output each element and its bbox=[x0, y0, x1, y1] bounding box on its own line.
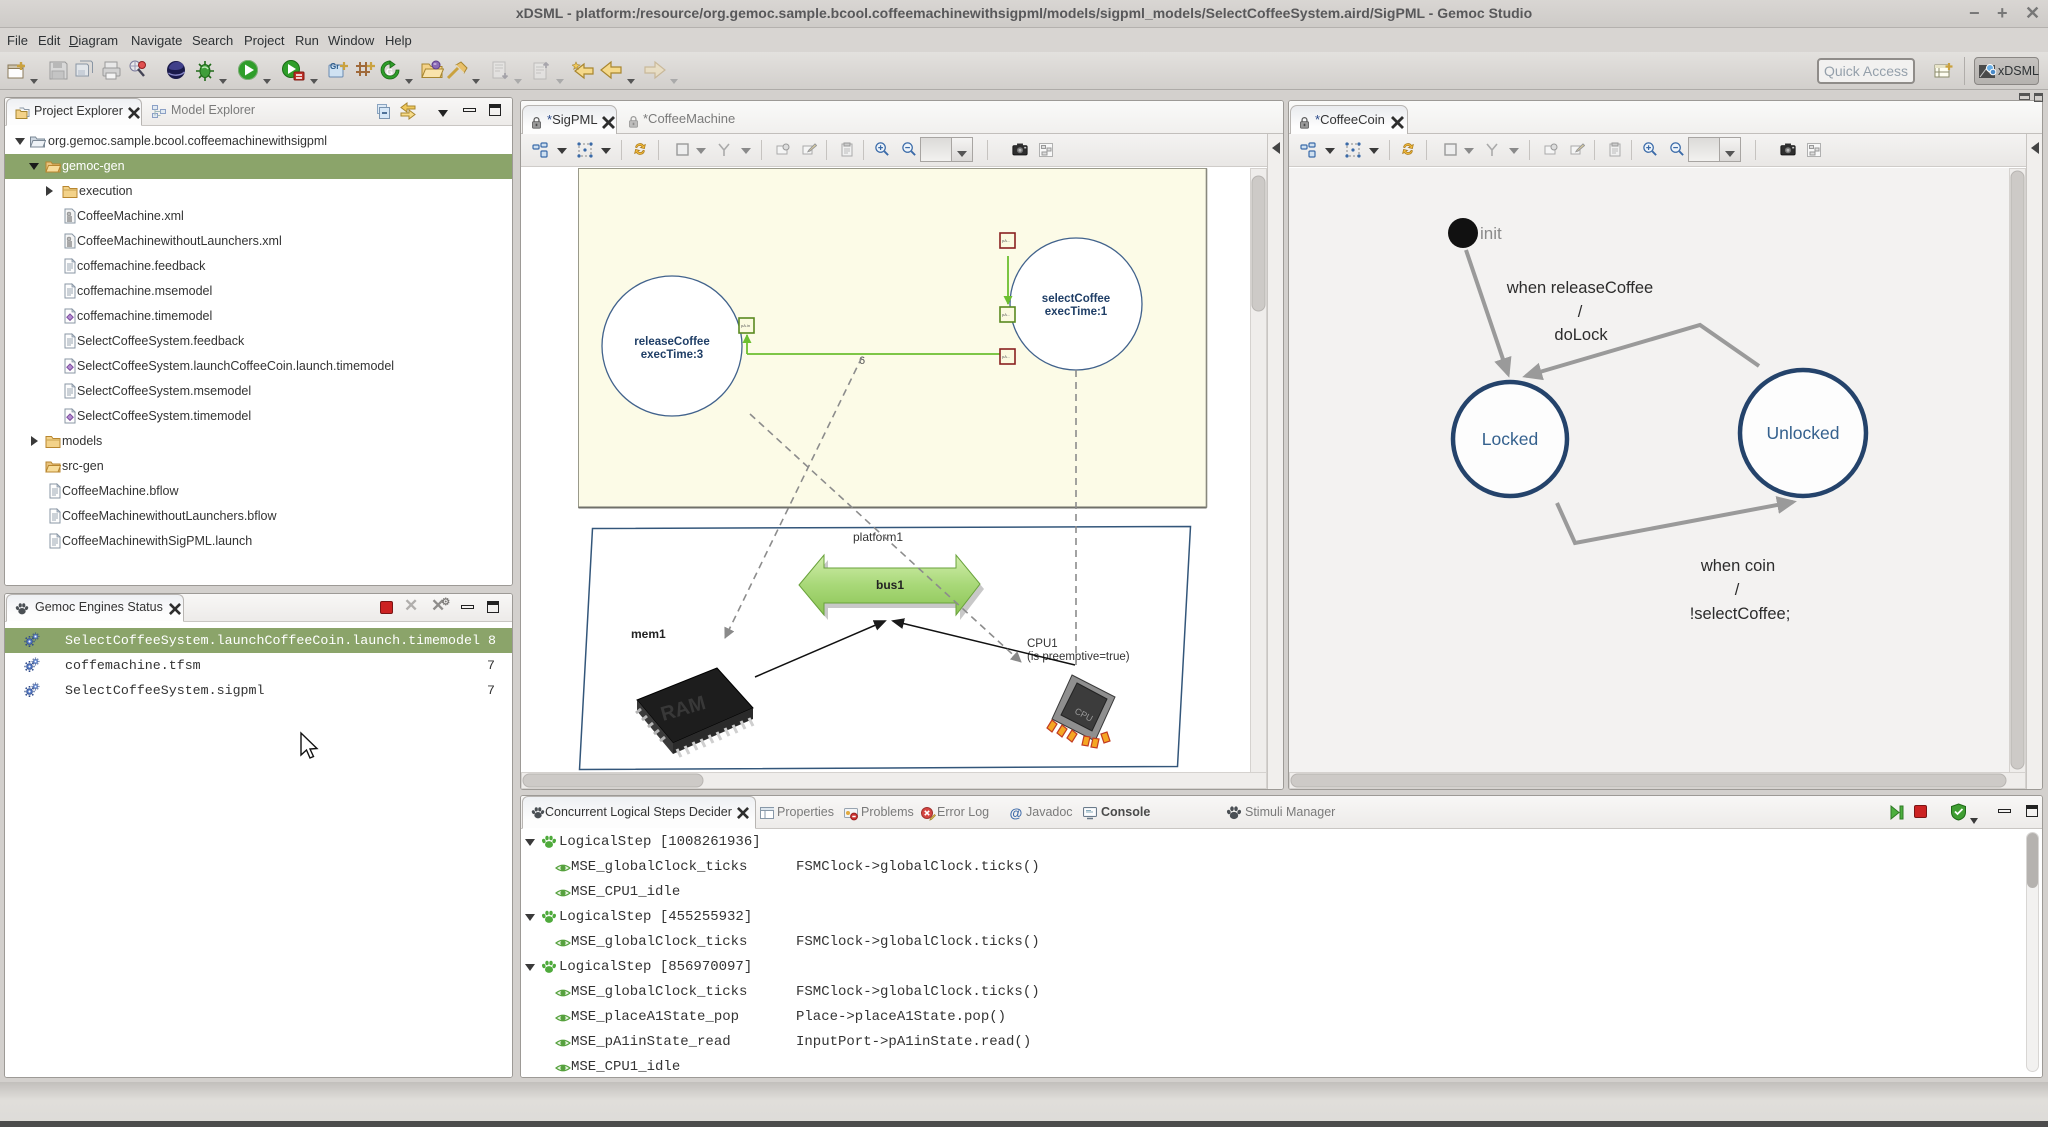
svg-text:when coin: when coin bbox=[1700, 557, 1775, 575]
svg-text:G: G bbox=[386, 67, 393, 77]
svg-text:bus1: bus1 bbox=[876, 578, 904, 592]
svg-text:pA...: pA... bbox=[1002, 354, 1010, 359]
svg-text:pA...: pA... bbox=[1002, 312, 1010, 317]
svg-text:Locked: Locked bbox=[1482, 429, 1538, 449]
svg-text:CPU1: CPU1 bbox=[1027, 638, 1058, 650]
svg-text:Gr: Gr bbox=[330, 62, 339, 71]
svg-text:mem1: mem1 bbox=[631, 627, 666, 641]
svg-text:when releaseCoffee: when releaseCoffee bbox=[1506, 279, 1653, 297]
svg-text:/: / bbox=[1735, 581, 1740, 599]
svg-text:Unlocked: Unlocked bbox=[1767, 423, 1840, 443]
svg-text:pA.in: pA.in bbox=[741, 323, 750, 328]
svg-text:!selectCoffee;: !selectCoffee; bbox=[1690, 605, 1791, 623]
svg-text:/: / bbox=[1578, 303, 1583, 321]
svg-text:init: init bbox=[1480, 224, 1502, 243]
svg-text:execTime:1: execTime:1 bbox=[1045, 306, 1108, 318]
svg-text:selectCoffee: selectCoffee bbox=[1042, 293, 1110, 305]
svg-text:pA...: pA... bbox=[1002, 238, 1010, 243]
svg-text:releaseCoffee: releaseCoffee bbox=[634, 336, 709, 348]
svg-text:doLock: doLock bbox=[1554, 326, 1608, 344]
svg-text:execTime:3: execTime:3 bbox=[641, 349, 703, 361]
